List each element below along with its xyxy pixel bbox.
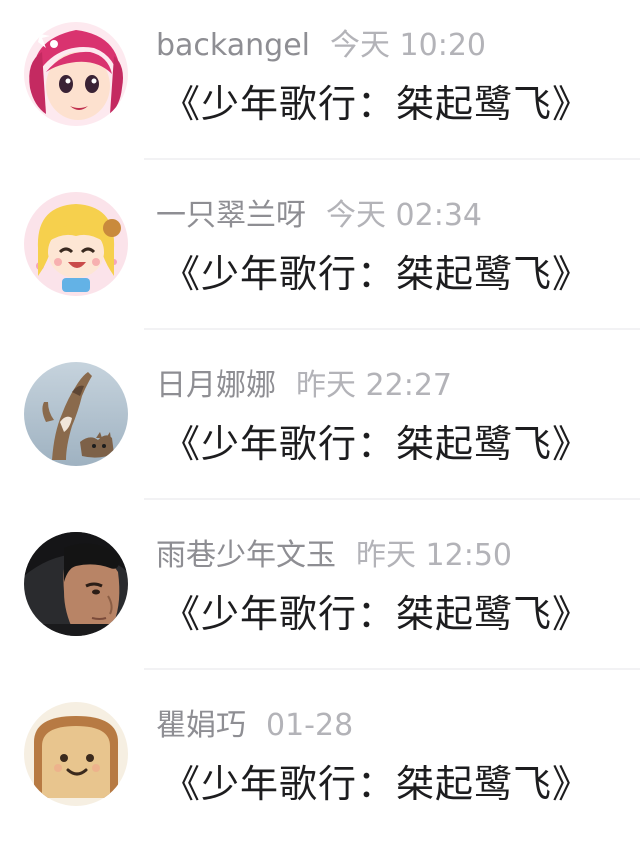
message-title[interactable]: 《少年歌行：桀起鹭飞》 bbox=[162, 76, 591, 132]
username[interactable]: 日月娜娜 bbox=[156, 368, 276, 403]
username[interactable]: backangel bbox=[156, 28, 310, 63]
divider bbox=[144, 328, 640, 330]
message-meta: backangel 今天 10:20 bbox=[156, 24, 486, 68]
message-title[interactable]: 《少年歌行：桀起鹭飞》 bbox=[162, 756, 591, 812]
message-meta: 雨巷少年文玉 昨天 12:50 bbox=[156, 534, 512, 578]
message-title[interactable]: 《少年歌行：桀起鹭飞》 bbox=[162, 416, 591, 472]
timestamp: 昨天 12:50 bbox=[356, 538, 512, 573]
stretching-cat-avatar-icon[interactable] bbox=[24, 362, 128, 466]
timestamp: 01-28 bbox=[266, 708, 354, 743]
list-item[interactable]: backangel 今天 10:20 《少年歌行：桀起鹭飞》 bbox=[0, 0, 640, 170]
timestamp: 昨天 22:27 bbox=[296, 368, 452, 403]
divider bbox=[144, 158, 640, 160]
list-item[interactable]: 雨巷少年文玉 昨天 12:50 《少年歌行：桀起鹭飞》 bbox=[0, 510, 640, 680]
smiling-toast-avatar-icon[interactable] bbox=[24, 702, 128, 806]
young-man-avatar-icon[interactable] bbox=[24, 532, 128, 636]
message-meta: 日月娜娜 昨天 22:27 bbox=[156, 364, 452, 408]
anime-girl-avatar-icon[interactable] bbox=[24, 192, 128, 296]
username[interactable]: 一只翠兰呀 bbox=[156, 198, 306, 233]
list-item[interactable]: 一只翠兰呀 今天 02:34 《少年歌行：桀起鹭飞》 bbox=[0, 170, 640, 340]
divider bbox=[144, 668, 640, 670]
username[interactable]: 瞿娟巧 bbox=[156, 708, 246, 743]
message-title[interactable]: 《少年歌行：桀起鹭飞》 bbox=[162, 246, 591, 302]
message-list: backangel 今天 10:20 《少年歌行：桀起鹭飞》 一只翠兰呀 今天 … bbox=[0, 0, 640, 831]
username[interactable]: 雨巷少年文玉 bbox=[156, 538, 336, 573]
cartoon-girl-avatar-icon[interactable] bbox=[24, 22, 128, 126]
list-item[interactable]: 瞿娟巧 01-28 《少年歌行：桀起鹭飞》 bbox=[0, 680, 640, 850]
message-meta: 瞿娟巧 01-28 bbox=[156, 704, 353, 748]
list-item[interactable]: 日月娜娜 昨天 22:27 《少年歌行：桀起鹭飞》 bbox=[0, 340, 640, 510]
message-meta: 一只翠兰呀 今天 02:34 bbox=[156, 194, 482, 238]
message-title[interactable]: 《少年歌行：桀起鹭飞》 bbox=[162, 586, 591, 642]
timestamp: 今天 10:20 bbox=[330, 28, 486, 63]
divider bbox=[144, 498, 640, 500]
timestamp: 今天 02:34 bbox=[326, 198, 482, 233]
